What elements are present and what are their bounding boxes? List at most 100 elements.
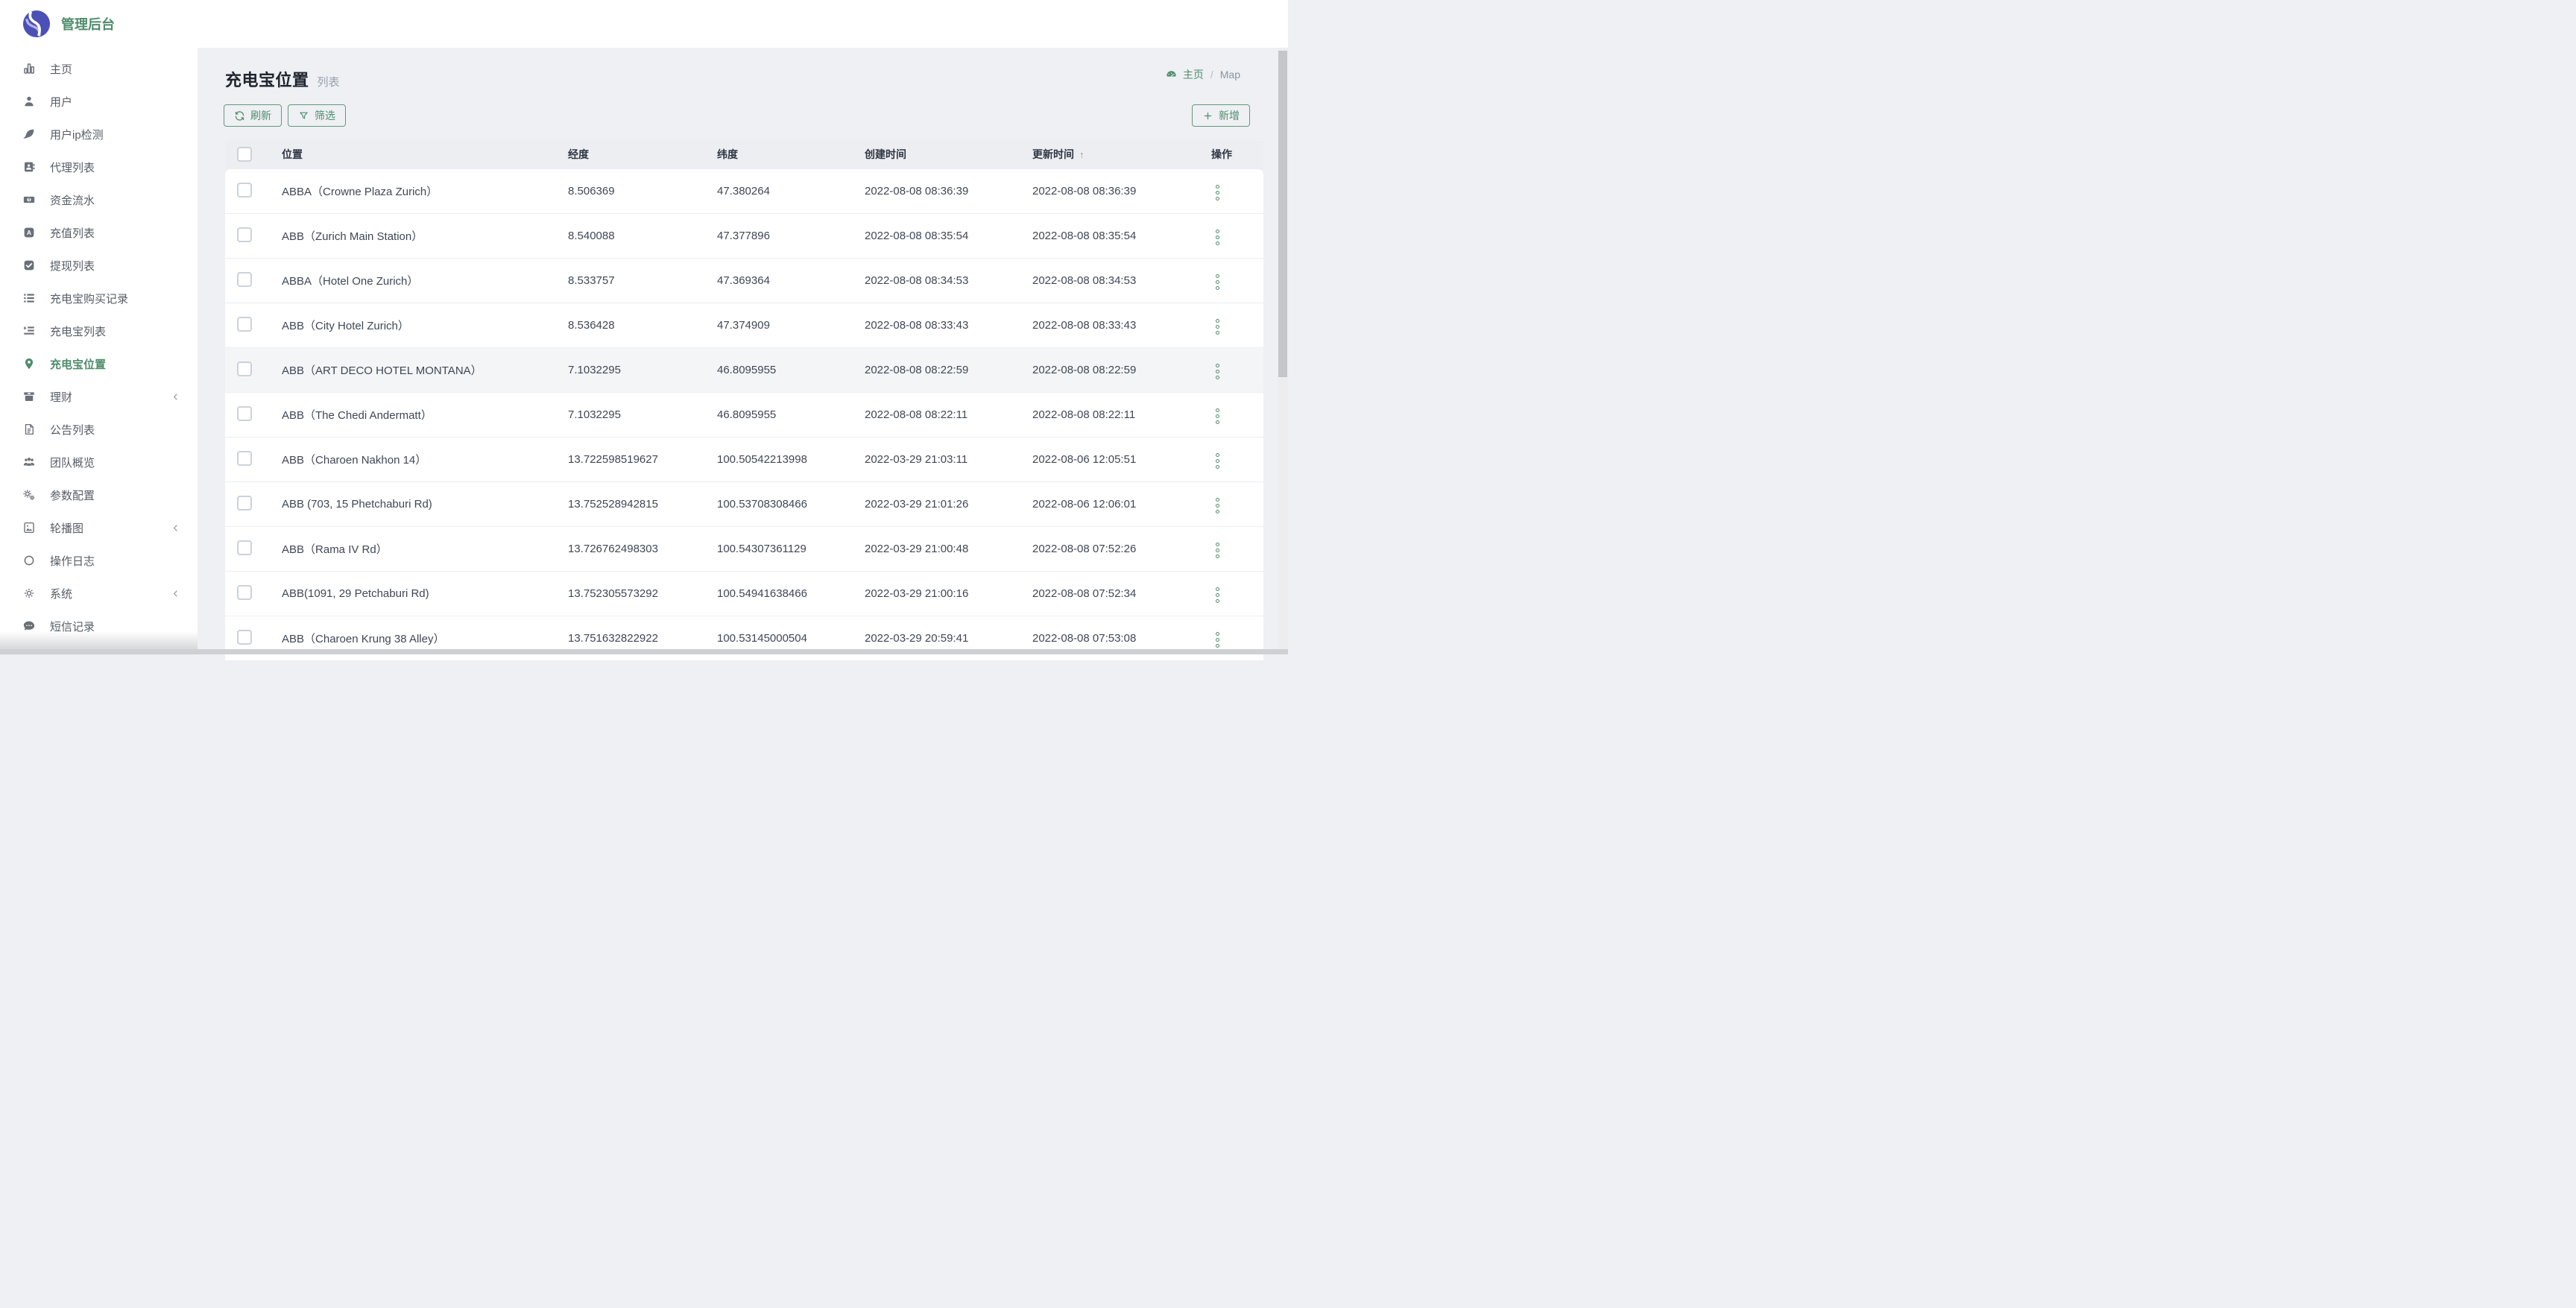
row-checkbox[interactable] (237, 227, 252, 242)
cell-location: ABB（Rama IV Rd） (282, 541, 568, 557)
file-text-icon (22, 423, 37, 436)
cell-created: 2022-08-08 08:35:54 (865, 230, 1032, 242)
sidebar-item-system[interactable]: 系统 (0, 577, 198, 610)
cell-longitude: 13.752305573292 (568, 587, 717, 600)
table-body: ABBA（Crowne Plaza Zurich）8.50636947.3802… (225, 169, 1263, 661)
cell-longitude: 13.726762498303 (568, 543, 717, 555)
list-icon (22, 291, 37, 305)
breadcrumb: 主页 / Map (1165, 67, 1240, 82)
banknote-icon (22, 193, 37, 206)
sidebar-item-users[interactable]: 用户 (0, 85, 198, 118)
sidebar-item-label: 用户 (50, 94, 72, 110)
cell-updated: 2022-08-06 12:06:01 (1032, 498, 1205, 511)
gears-icon (22, 488, 37, 502)
square-a-icon: A (22, 226, 37, 239)
row-checkbox[interactable] (237, 272, 252, 287)
select-all-checkbox[interactable] (237, 147, 252, 162)
sidebar-item-label: 主页 (50, 61, 72, 77)
cell-updated: 2022-08-08 07:53:08 (1032, 632, 1205, 645)
app-logo-icon (22, 10, 51, 38)
sidebar: 管理后台 主页用户用户ip检测代理列表资金流水A充值列表提现列表充电宝购买记录充… (0, 0, 198, 654)
cell-created: 2022-03-29 21:03:11 (865, 453, 1032, 466)
column-header-created[interactable]: 创建时间 (865, 147, 1032, 162)
cell-created: 2022-08-08 08:33:43 (865, 319, 1032, 332)
cell-location: ABB (703, 15 Phetchaburi Rd) (282, 498, 568, 511)
add-button[interactable]: 新增 (1192, 104, 1250, 127)
row-checkbox[interactable] (237, 451, 252, 466)
svg-text:A: A (27, 229, 31, 236)
column-header-updated[interactable]: 更新时间 ↑ (1032, 147, 1205, 162)
sidebar-item-user-ip-check[interactable]: 用户ip检测 (0, 118, 198, 151)
sidebar-item-label: 充电宝位置 (50, 356, 106, 372)
row-actions-button[interactable] (1211, 271, 1224, 293)
row-checkbox[interactable] (237, 317, 252, 332)
users-group-icon (22, 455, 37, 469)
refresh-button[interactable]: 刷新 (224, 104, 282, 127)
row-actions-button[interactable] (1211, 182, 1224, 203)
sidebar-item-agent-list[interactable]: 代理列表 (0, 151, 198, 183)
column-header-latitude[interactable]: 纬度 (717, 147, 865, 162)
sidebar-item-powerbank-purchases[interactable]: 充电宝购买记录 (0, 282, 198, 315)
sidebar-item-finance[interactable]: 理财 (0, 380, 198, 413)
sidebar-item-parameter-config[interactable]: 参数配置 (0, 478, 198, 511)
chevron-left-icon (170, 391, 181, 402)
row-actions-button[interactable] (1211, 629, 1224, 651)
sidebar-item-fund-flow[interactable]: 资金流水 (0, 183, 198, 216)
row-checkbox[interactable] (237, 361, 252, 376)
chevron-left-icon (170, 522, 181, 534)
sidebar-item-label: 系统 (50, 586, 72, 601)
cell-updated: 2022-08-08 08:34:53 (1032, 274, 1205, 287)
sidebar-item-powerbank-location[interactable]: 充电宝位置 (0, 347, 198, 380)
horizontal-scrollbar[interactable] (0, 649, 1288, 654)
sidebar-item-team-overview[interactable]: 团队概览 (0, 446, 198, 478)
sidebar-item-withdraw-list[interactable]: 提现列表 (0, 249, 198, 282)
table-row: ABB（The Chedi Andermatt）7.103229546.8095… (225, 393, 1263, 437)
row-checkbox[interactable] (237, 585, 252, 600)
row-actions-button[interactable] (1211, 584, 1224, 606)
sidebar-item-home[interactable]: 主页 (0, 52, 198, 85)
row-actions-button[interactable] (1211, 540, 1224, 561)
cell-created: 2022-03-29 21:00:48 (865, 543, 1032, 555)
sidebar-item-operation-log[interactable]: 操作日志 (0, 544, 198, 577)
cell-created: 2022-03-29 21:01:26 (865, 498, 1032, 511)
map-pin-icon (22, 357, 37, 370)
row-actions-button[interactable] (1211, 316, 1224, 338)
sidebar-item-powerbank-list[interactable]: 充电宝列表 (0, 315, 198, 347)
table-row: ABB (703, 15 Phetchaburi Rd)13.752528942… (225, 482, 1263, 527)
cell-location: ABB(1091, 29 Petchaburi Rd) (282, 587, 568, 600)
row-actions-button[interactable] (1211, 361, 1224, 382)
app-title: 管理后台 (61, 14, 115, 34)
cell-created: 2022-03-29 20:59:41 (865, 632, 1032, 645)
sidebar-item-label: 公告列表 (50, 422, 95, 437)
vertical-scrollbar[interactable] (1278, 48, 1288, 649)
column-header-longitude[interactable]: 经度 (568, 147, 717, 162)
archive-icon (22, 390, 37, 403)
logo-row: 管理后台 (0, 0, 198, 48)
cell-latitude: 100.53708308466 (717, 498, 865, 511)
row-checkbox[interactable] (237, 496, 252, 511)
row-checkbox[interactable] (237, 630, 252, 645)
row-checkbox[interactable] (237, 406, 252, 421)
sidebar-item-announcement-list[interactable]: 公告列表 (0, 413, 198, 446)
row-checkbox[interactable] (237, 540, 252, 555)
column-header-actions: 操作 (1205, 147, 1263, 162)
row-checkbox[interactable] (237, 183, 252, 198)
cell-updated: 2022-08-08 07:52:26 (1032, 543, 1205, 555)
sidebar-item-label: 充电宝购买记录 (50, 291, 128, 306)
cell-latitude: 47.369364 (717, 274, 865, 287)
row-actions-button[interactable] (1211, 495, 1224, 516)
bar-chart-icon (22, 62, 37, 75)
cell-created: 2022-08-08 08:22:59 (865, 364, 1032, 376)
column-header-location[interactable]: 位置 (282, 147, 568, 162)
row-actions-button[interactable] (1211, 405, 1224, 427)
sidebar-item-carousel[interactable]: 轮播图 (0, 511, 198, 544)
filter-button[interactable]: 筛选 (288, 104, 346, 127)
photo-icon (22, 521, 37, 534)
breadcrumb-home-link[interactable]: 主页 (1183, 67, 1204, 82)
breadcrumb-separator: / (1210, 69, 1213, 80)
row-actions-button[interactable] (1211, 450, 1224, 472)
cell-latitude: 100.54941638466 (717, 587, 865, 600)
row-actions-button[interactable] (1211, 227, 1224, 248)
sidebar-item-recharge-list[interactable]: A充值列表 (0, 216, 198, 249)
vertical-scrollbar-thumb[interactable] (1278, 51, 1287, 377)
